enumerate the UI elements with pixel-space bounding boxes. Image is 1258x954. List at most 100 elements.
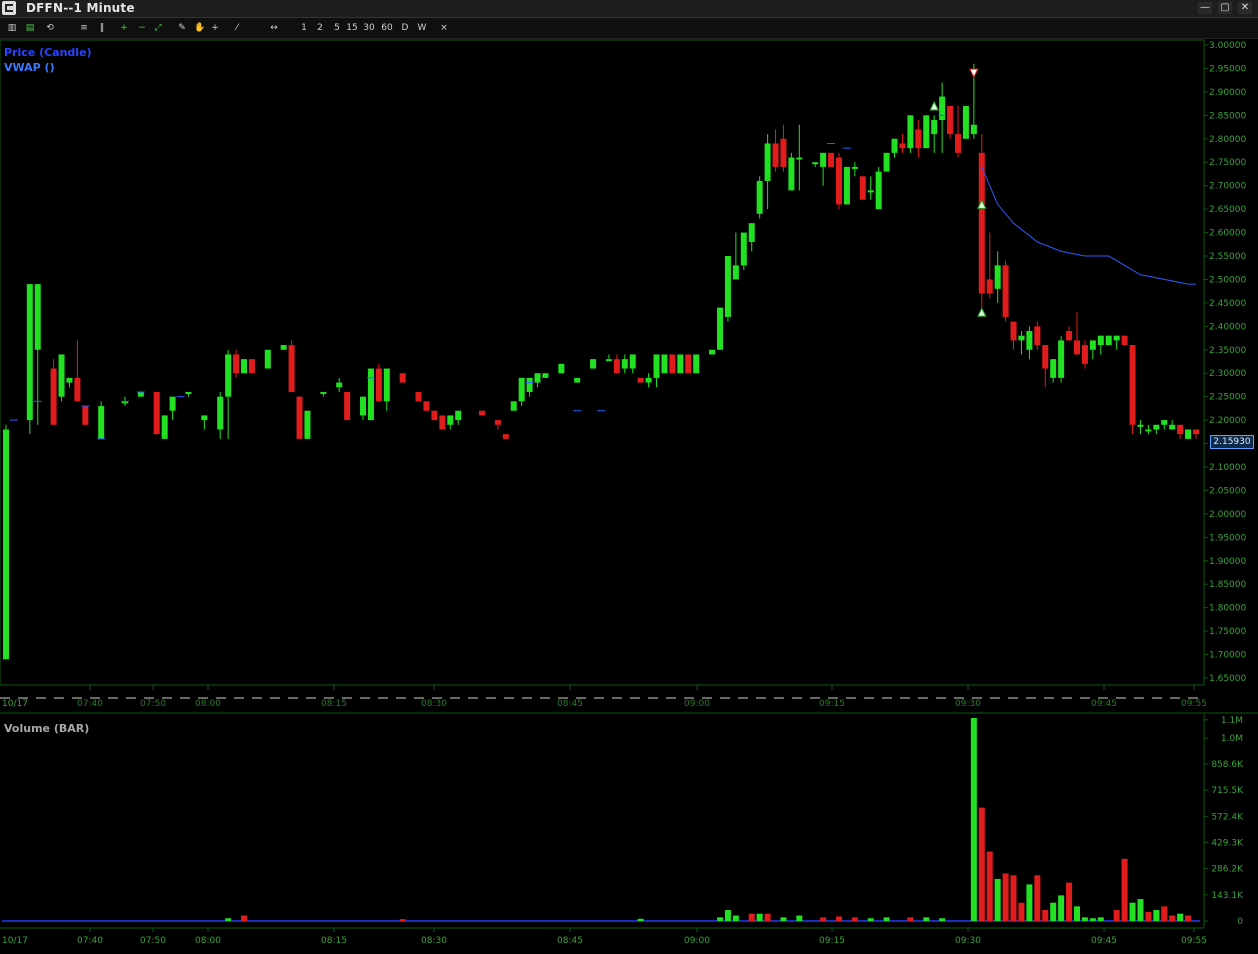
candle-up — [534, 373, 541, 383]
candle-up — [756, 180, 763, 214]
volume-bar — [399, 919, 406, 922]
price-volume-chart[interactable]: 3.00000 2.95000 2.90000 2.85000 2.80000 2.750… — [0, 0, 1258, 954]
volume-bar — [764, 913, 771, 921]
candle-up — [264, 349, 271, 369]
candle-up — [510, 401, 517, 411]
candle-up — [526, 377, 533, 392]
volume-bar — [851, 917, 858, 921]
candle-down — [415, 391, 422, 402]
candle-down — [1002, 265, 1009, 317]
price-axis-label: 2.25000 — [1209, 393, 1246, 403]
candle-down — [613, 359, 620, 374]
candle-up — [185, 391, 192, 394]
candle-up — [605, 359, 612, 362]
candle-up — [447, 415, 454, 425]
candle-up — [732, 265, 739, 280]
candle-up — [1145, 429, 1152, 432]
price-axis-label: 2.80000 — [1209, 135, 1246, 145]
volume-bar — [836, 916, 842, 921]
volume-axis-label: 143.1K — [1211, 891, 1244, 901]
candle-up — [962, 105, 969, 139]
candle-up — [518, 377, 525, 402]
price-axis-label: 1.80000 — [1209, 604, 1246, 614]
candle-up — [1018, 335, 1025, 341]
candle-up — [970, 124, 977, 135]
time-axis-label: 08:30 — [421, 936, 447, 946]
candle-up — [1097, 335, 1104, 346]
volume-bar — [970, 718, 977, 921]
price-axis-label: 3.00000 — [1209, 41, 1246, 51]
time-axis-label: 09:15 — [819, 699, 845, 709]
candle-down — [986, 279, 993, 294]
price-pane-frame — [0, 39, 1205, 686]
candle-down — [423, 401, 430, 411]
volume-bar — [1129, 902, 1136, 921]
volume-axis-label: 858.6K — [1211, 760, 1244, 770]
candle-up — [1153, 424, 1160, 430]
volume-bar — [241, 915, 247, 921]
candle-up — [169, 396, 176, 411]
volume-bar — [796, 915, 803, 921]
candle-up — [542, 373, 549, 378]
volume-bar — [1002, 873, 1009, 921]
volume-bar — [1097, 917, 1104, 921]
candle-up — [225, 354, 232, 397]
price-axis-label: 2.40000 — [1209, 322, 1246, 332]
candle-up — [788, 157, 795, 191]
candle-up — [34, 284, 41, 350]
volume-bar — [1121, 858, 1128, 921]
price-axis-label: 1.90000 — [1209, 557, 1246, 567]
date-label: 10/17 — [2, 699, 28, 709]
candle-down — [828, 152, 835, 167]
buy-marker — [929, 100, 940, 111]
volume-bar — [939, 918, 946, 921]
candle-up — [1137, 424, 1144, 427]
candle-up — [748, 223, 755, 242]
candle-down — [669, 354, 676, 374]
candle-up — [455, 410, 462, 421]
date-label: 10/17 — [2, 936, 28, 946]
candle-up — [1050, 359, 1057, 378]
candle-down — [82, 406, 89, 425]
candle-up — [796, 157, 803, 160]
candle-down — [899, 143, 906, 149]
volume-bar — [756, 913, 763, 921]
candle-down — [978, 152, 985, 294]
candle-up — [304, 410, 311, 439]
time-axis-label: 09:55 — [1181, 699, 1207, 709]
candle-up — [621, 359, 628, 369]
candle-up — [812, 162, 819, 165]
time-axis-label: 08:45 — [557, 936, 583, 946]
candle-up — [724, 256, 731, 317]
volume-axis-label: 0 — [1237, 917, 1243, 927]
price-axis-label: 1.65000 — [1209, 674, 1246, 684]
time-axis-label: 09:30 — [955, 699, 981, 709]
time-axis-label: 07:40 — [77, 936, 103, 946]
time-axis-label: 08:15 — [321, 699, 347, 709]
candle-up — [709, 349, 716, 355]
price-axis-label: 2.55000 — [1209, 252, 1246, 262]
candle-down — [1074, 340, 1080, 355]
candle-up — [740, 232, 747, 266]
candle-up — [66, 377, 73, 383]
time-axis-label: 08:30 — [421, 699, 447, 709]
candle-up — [891, 138, 898, 153]
candle-up — [653, 354, 660, 378]
price-axis-label: 2.05000 — [1209, 486, 1246, 496]
candle-down — [1066, 331, 1073, 341]
candle-up — [558, 363, 565, 374]
candle-up — [217, 396, 224, 430]
volume-bar — [724, 910, 731, 921]
time-axis-label: 09:15 — [819, 936, 845, 946]
candle-up — [383, 368, 390, 402]
volume-bar — [907, 917, 914, 921]
candle-down — [1034, 326, 1041, 346]
candle-up — [98, 406, 105, 439]
candle-up — [161, 415, 168, 439]
volume-axis-label: 715.5K — [1211, 786, 1244, 796]
candle-up — [367, 368, 374, 421]
time-axis-label: 08:45 — [557, 699, 583, 709]
price-axis-label: 2.10000 — [1209, 463, 1246, 473]
candle-up — [241, 359, 247, 374]
candle-up — [994, 265, 1001, 289]
